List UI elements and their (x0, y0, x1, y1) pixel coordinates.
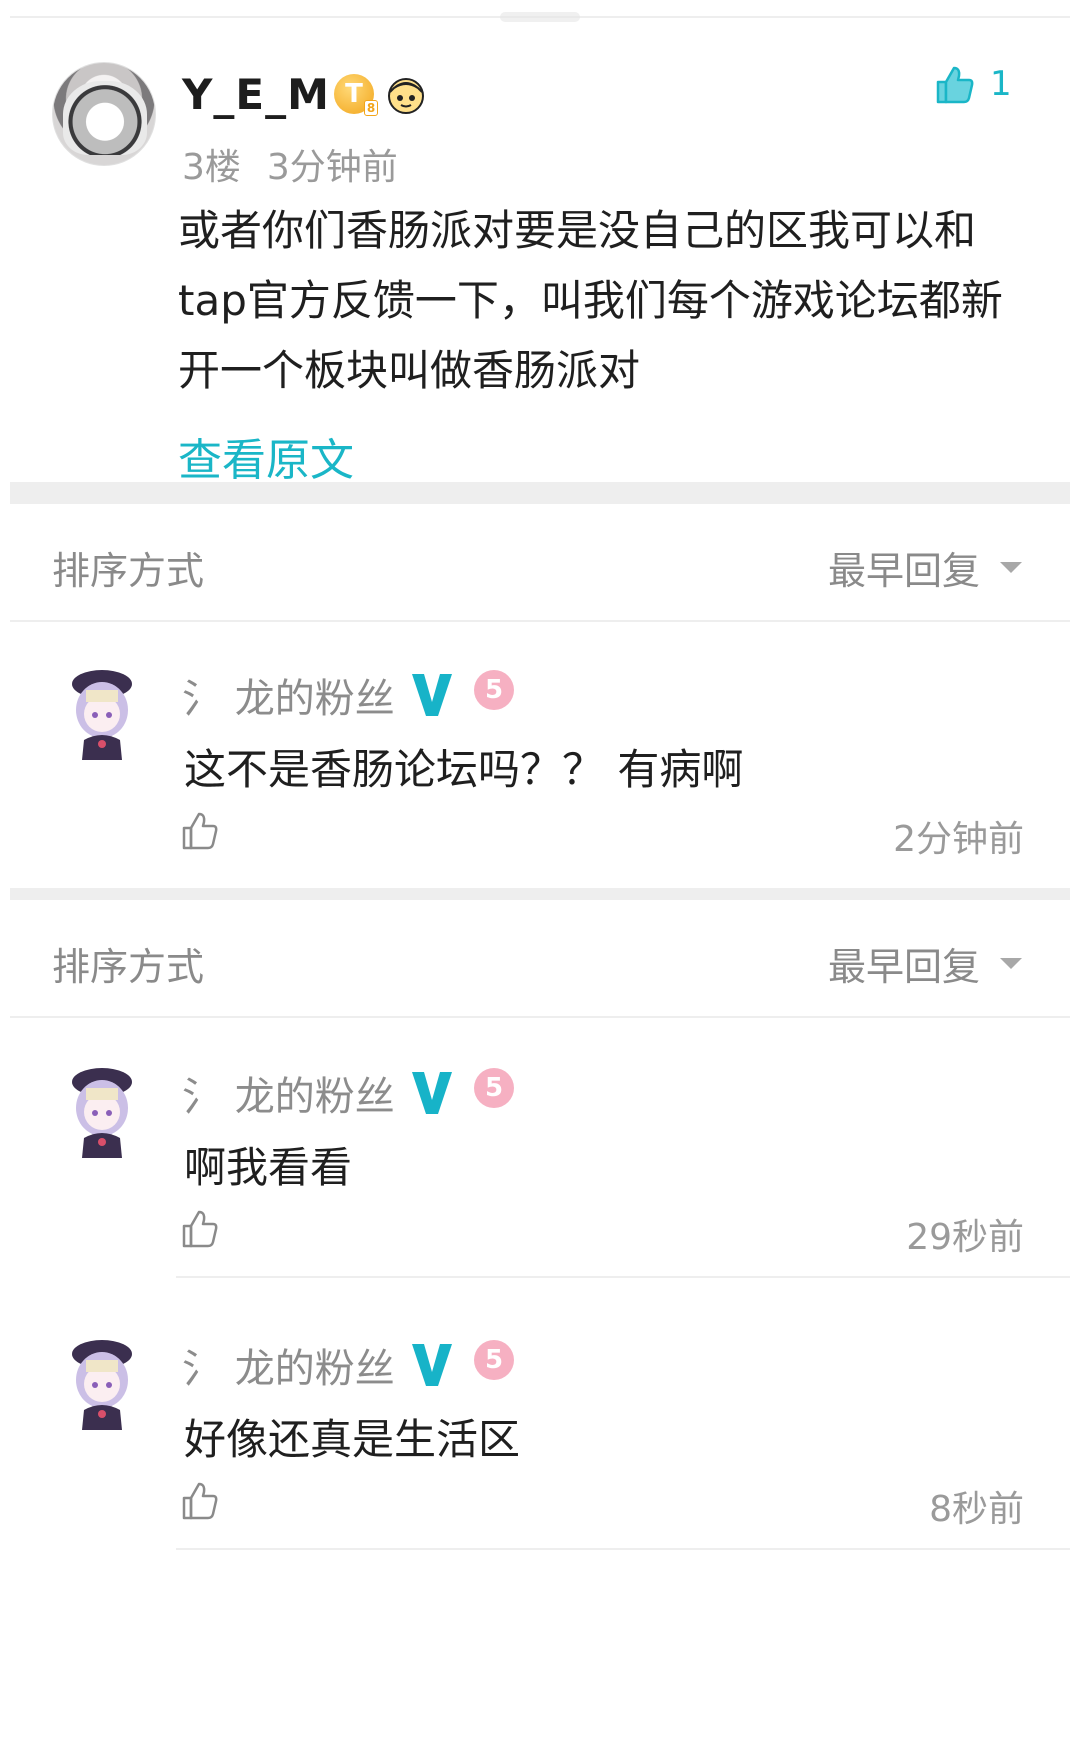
reply-time: 2分钟前 (893, 819, 1024, 860)
vip-v-icon (412, 1072, 452, 1114)
character-badge-icon (388, 78, 424, 114)
main-post: Y_E_M T 8 1 3楼 3分钟前 或者你们香肠派对要是没自己的区我可以和ta… (0, 0, 1080, 535)
vip-v-icon (412, 674, 452, 716)
sort-label: 排序方式 (52, 549, 205, 593)
reply-divider (176, 1276, 1070, 1278)
reply-time: 29秒前 (906, 1217, 1024, 1258)
reply-item: 氵 龙的粉丝 5 好像还真是生活区 8秒前 (0, 1330, 1080, 1550)
sort-dropdown[interactable]: 最早回复 (828, 540, 980, 595)
reply-username[interactable]: 氵 龙的粉丝 (182, 1336, 395, 1394)
reply-text: 好像还真是生活区 (184, 1415, 521, 1464)
section-gap (10, 888, 1070, 900)
thumbs-up-icon[interactable] (180, 1208, 220, 1250)
thumbs-up-icon[interactable] (180, 1480, 220, 1522)
level-badge: 5 (474, 1340, 514, 1380)
vip-v-icon (412, 1344, 452, 1386)
post-floor: 3楼 (182, 147, 241, 188)
sort-bar: 排序方式 最早回复 (10, 900, 1070, 1018)
gold-badge-icon: T 8 (334, 74, 378, 116)
level-badge: 5 (474, 670, 514, 710)
post-username[interactable]: Y_E_M (182, 70, 330, 119)
avatar[interactable] (52, 62, 156, 166)
level-badge: 5 (474, 1068, 514, 1108)
like-icon[interactable] (934, 64, 976, 106)
reply-avatar[interactable] (66, 1058, 138, 1162)
reply-avatar[interactable] (66, 1330, 138, 1434)
sort-label: 排序方式 (52, 945, 205, 989)
reply-username[interactable]: 氵 龙的粉丝 (182, 1064, 395, 1122)
sort-dropdown[interactable]: 最早回复 (828, 936, 980, 991)
gold-badge-letter: T (345, 79, 363, 109)
view-original-link[interactable]: 查看原文 (178, 424, 354, 488)
reply-text: 啊我看看 (184, 1143, 353, 1192)
thumbs-up-icon[interactable] (180, 810, 220, 852)
post-meta: 3楼 3分钟前 (182, 138, 398, 190)
sort-bar: 排序方式 最早回复 (10, 504, 1070, 622)
post-time: 3分钟前 (266, 147, 398, 188)
reply-time: 8秒前 (929, 1489, 1024, 1530)
reply-item: 氵 龙的粉丝 5 啊我看看 29秒前 (0, 1058, 1080, 1278)
reply-divider (176, 1548, 1070, 1550)
section-gap (10, 482, 1070, 504)
gold-badge-level: 8 (364, 100, 378, 116)
reply-item: 氵 龙的粉丝 5 这不是香肠论坛吗？？ 有病啊 2分钟前 (0, 660, 1080, 890)
reply-avatar[interactable] (66, 660, 138, 764)
caret-down-icon[interactable] (1000, 958, 1022, 969)
post-content: 或者你们香肠派对要是没自己的区我可以和tap官方反馈一下，叫我们每个游戏论坛都新… (178, 206, 1003, 395)
post-like-count: 1 (990, 64, 1012, 104)
reply-text: 这不是香肠论坛吗？？ 有病啊 (184, 745, 744, 794)
reply-username[interactable]: 氵 龙的粉丝 (182, 666, 395, 724)
caret-down-icon[interactable] (1000, 562, 1022, 573)
